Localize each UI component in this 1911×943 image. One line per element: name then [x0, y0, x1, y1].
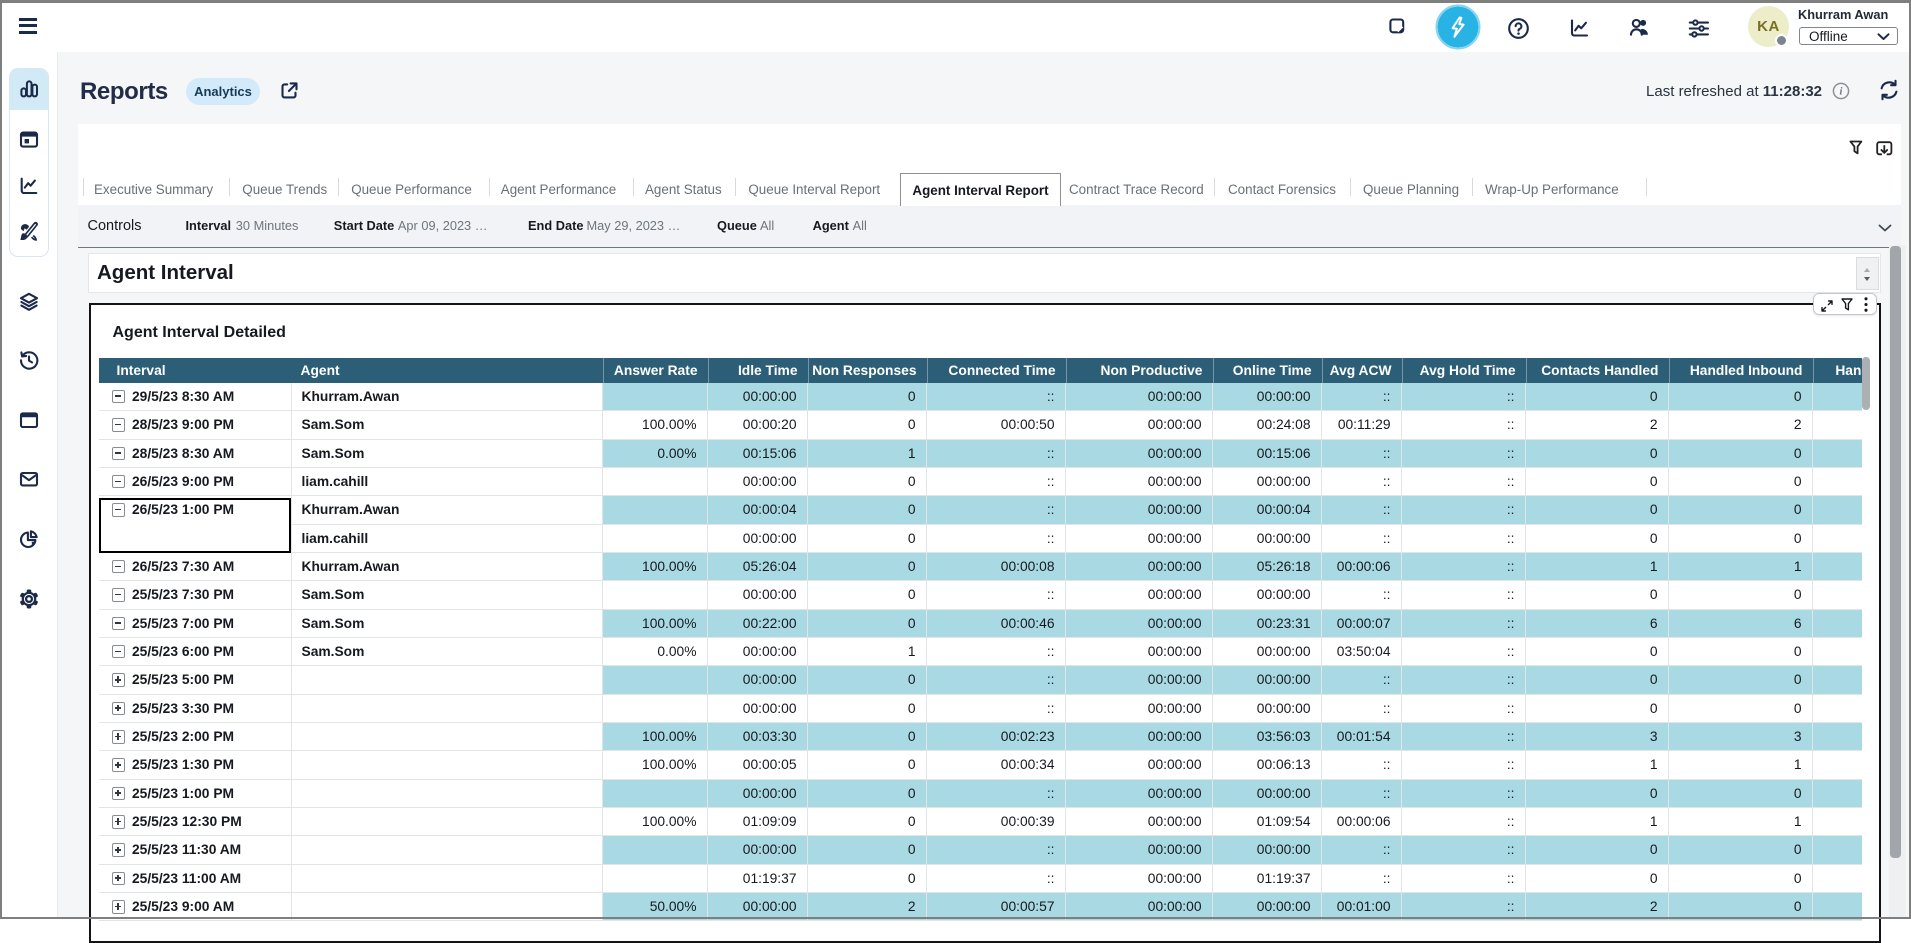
svg-text:i: i [1840, 87, 1843, 98]
